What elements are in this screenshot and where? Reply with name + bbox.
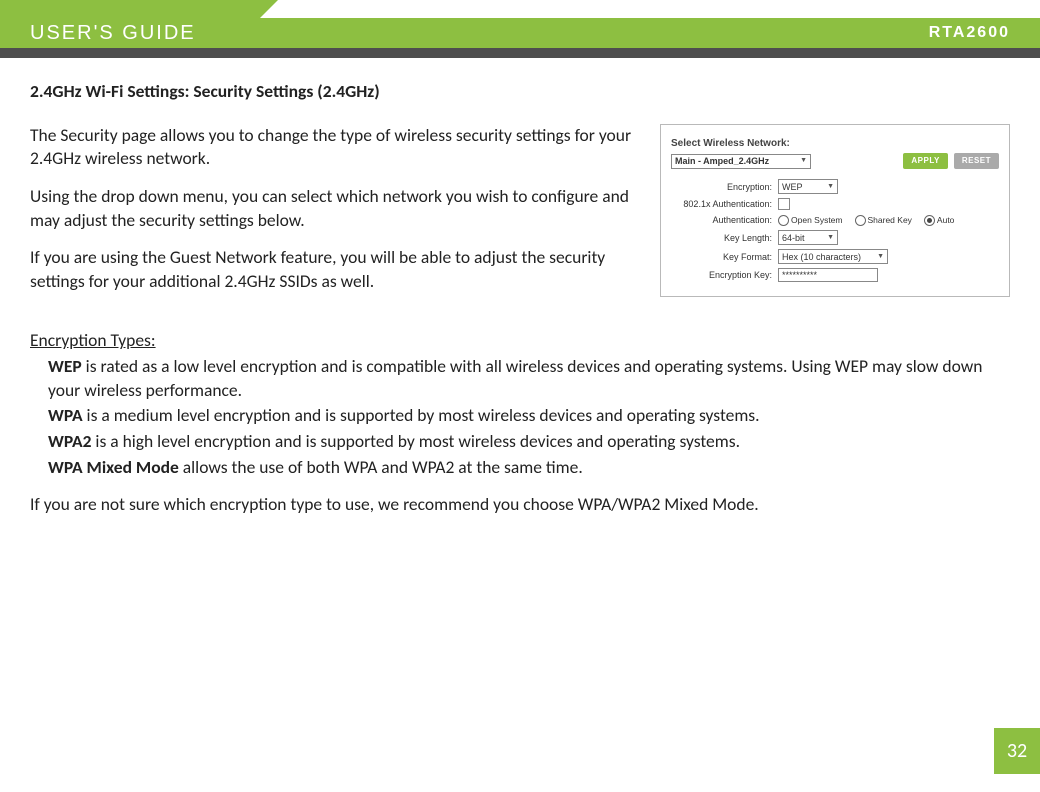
enc-wpa: WPA is a medium level encryption and is … bbox=[48, 404, 1010, 428]
enc-wep-text: is rated as a low level encryption and i… bbox=[48, 355, 982, 401]
enc-wpa-bold: WPA bbox=[48, 404, 83, 426]
enc-mixed-text: allows the use of both WPA and WPA2 at t… bbox=[179, 456, 583, 478]
enc-wep: WEP is rated as a low level encryption a… bbox=[48, 355, 1010, 402]
auth-label: Authentication: bbox=[677, 214, 772, 226]
radio-icon bbox=[778, 215, 789, 226]
enc-wep-bold: WEP bbox=[48, 355, 82, 377]
row-encryption: Encryption: WEP ▼ bbox=[677, 179, 999, 194]
keylength-select[interactable]: 64-bit ▼ bbox=[778, 230, 838, 245]
network-select[interactable]: Main - Amped_2.4GHz ▼ bbox=[671, 154, 811, 169]
apply-button[interactable]: APPLY bbox=[903, 153, 947, 169]
ui-select-network-label: Select Wireless Network: bbox=[671, 137, 999, 151]
auth-opt-open[interactable]: Open System bbox=[778, 215, 843, 226]
encryption-types-heading: Encryption Types: bbox=[30, 329, 1010, 353]
enckey-input[interactable]: ********** bbox=[778, 268, 878, 282]
radio-icon bbox=[855, 215, 866, 226]
row-8021x: 802.1x Authentication: bbox=[677, 198, 999, 210]
auth-auto-label: Auto bbox=[937, 215, 955, 226]
encryption-value: WEP bbox=[782, 181, 803, 193]
section-heading: 2.4GHz Wi-Fi Settings: Security Settings… bbox=[30, 80, 1010, 104]
ui-settings-rows: Encryption: WEP ▼ 802.1x Authentication:… bbox=[677, 179, 999, 282]
row-keylength: Key Length: 64-bit ▼ bbox=[677, 230, 999, 245]
chevron-down-icon: ▼ bbox=[877, 252, 884, 261]
left-column: The Security page allows you to change t… bbox=[30, 124, 638, 308]
header-title: USER'S GUIDE bbox=[30, 22, 196, 45]
header-tab-bg bbox=[0, 0, 260, 18]
header-underline bbox=[0, 48, 1040, 58]
encryption-select[interactable]: WEP ▼ bbox=[778, 179, 838, 194]
network-select-value: Main - Amped_2.4GHz bbox=[675, 155, 769, 167]
auth-shared-label: Shared Key bbox=[868, 215, 912, 226]
radio-icon-selected bbox=[924, 215, 935, 226]
row-enckey: Encryption Key: ********** bbox=[677, 268, 999, 282]
ui-top-row: Main - Amped_2.4GHz ▼ APPLY RESET bbox=[671, 153, 999, 169]
reset-button[interactable]: RESET bbox=[954, 153, 999, 169]
enc-wpa2-bold: WPA2 bbox=[48, 430, 91, 452]
page-number: 32 bbox=[994, 728, 1040, 774]
enc-wpa2: WPA2 is a high level encryption and is s… bbox=[48, 430, 1010, 454]
x8021-checkbox[interactable] bbox=[778, 198, 790, 210]
x8021-label: 802.1x Authentication: bbox=[677, 198, 772, 210]
enc-wpa2-text: is a high level encryption and is suppor… bbox=[91, 430, 740, 452]
enc-mixed-bold: WPA Mixed Mode bbox=[48, 456, 179, 478]
encryption-label: Encryption: bbox=[677, 181, 772, 193]
intro-para-3: If you are using the Guest Network featu… bbox=[30, 246, 638, 293]
header-bar: USER'S GUIDE RTA2600 bbox=[0, 18, 1040, 48]
intro-para-2: Using the drop down menu, you can select… bbox=[30, 185, 638, 232]
chevron-down-icon: ▼ bbox=[827, 233, 834, 242]
keyformat-value: Hex (10 characters) bbox=[782, 251, 861, 263]
header-model: RTA2600 bbox=[929, 24, 1010, 42]
enc-mixed: WPA Mixed Mode allows the use of both WP… bbox=[48, 456, 1010, 480]
row-authentication: Authentication: Open System Shared Key A… bbox=[677, 214, 999, 226]
page-header: USER'S GUIDE RTA2600 bbox=[0, 0, 1040, 62]
auth-open-label: Open System bbox=[791, 215, 843, 226]
keylength-label: Key Length: bbox=[677, 232, 772, 244]
row-keyformat: Key Format: Hex (10 characters) ▼ bbox=[677, 249, 999, 264]
auth-opt-auto[interactable]: Auto bbox=[924, 215, 955, 226]
chevron-down-icon: ▼ bbox=[800, 156, 807, 165]
intro-para-1: The Security page allows you to change t… bbox=[30, 124, 638, 171]
enckey-value: ********** bbox=[782, 269, 817, 281]
two-column-wrap: The Security page allows you to change t… bbox=[30, 124, 1010, 308]
header-tab-slant bbox=[260, 0, 278, 18]
encryption-types-list: WEP is rated as a low level encryption a… bbox=[30, 355, 1010, 479]
chevron-down-icon: ▼ bbox=[827, 182, 834, 191]
enc-wpa-text: is a medium level encryption and is supp… bbox=[83, 404, 760, 426]
right-column: Select Wireless Network: Main - Amped_2.… bbox=[660, 124, 1010, 298]
enckey-label: Encryption Key: bbox=[677, 269, 772, 281]
page-body: 2.4GHz Wi-Fi Settings: Security Settings… bbox=[0, 62, 1040, 517]
auth-opt-shared[interactable]: Shared Key bbox=[855, 215, 912, 226]
keyformat-select[interactable]: Hex (10 characters) ▼ bbox=[778, 249, 888, 264]
encryption-recommendation: If you are not sure which encryption typ… bbox=[30, 493, 1010, 517]
keylength-value: 64-bit bbox=[782, 232, 805, 244]
keyformat-label: Key Format: bbox=[677, 251, 772, 263]
router-ui-screenshot: Select Wireless Network: Main - Amped_2.… bbox=[660, 124, 1010, 298]
